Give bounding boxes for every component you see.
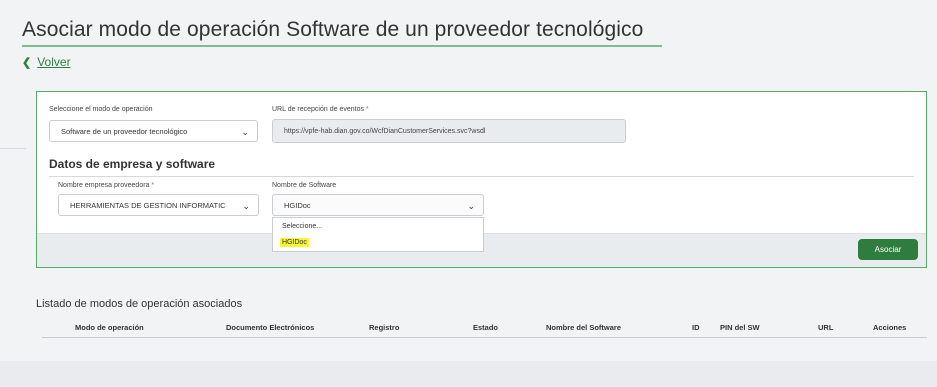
column-header: Acciones (873, 323, 907, 332)
mode-select-value: Software de un proveedor tecnológico (61, 126, 188, 136)
column-header: PIN del SW (720, 323, 760, 332)
provider-select-value: HERRAMIENTAS DE GESTION INFORMATIC (70, 200, 226, 210)
association-form-card: Seleccione el modo de operación Software… (36, 91, 927, 268)
dropdown-option[interactable]: Seleccione... (282, 223, 322, 230)
column-header: Modo de operación (75, 323, 144, 332)
page-title: Asociar modo de operación Software de un… (22, 18, 644, 41)
section-title: Datos de empresa y software (49, 157, 216, 171)
asociar-button[interactable]: Asociar (858, 239, 918, 260)
mode-label: Seleccione el modo de operación (49, 106, 153, 113)
provider-label: Nombre empresa proveedora * (58, 182, 154, 189)
chevron-left-icon: ❮ (22, 56, 32, 69)
required-mark: * (365, 106, 369, 113)
dropdown-option-selected[interactable]: HGIDoc (280, 238, 309, 247)
chevron-down-icon: ⌄ (467, 201, 475, 211)
back-link[interactable]: ❮ Volver (22, 55, 71, 69)
title-underline (22, 45, 662, 47)
column-header: Nombre del Software (546, 323, 622, 332)
column-header: Documento Electrónicos (226, 323, 315, 332)
software-label: Nombre de Software (272, 182, 337, 189)
software-dropdown: Seleccione... HGIDoc (272, 217, 484, 252)
chevron-down-icon: ⌄ (242, 201, 250, 211)
software-select-value: HGIDoc (284, 200, 311, 210)
table-header: Modo de operación Documento Electrónicos… (42, 318, 927, 338)
table-footer-strip (0, 361, 937, 387)
divider (0, 148, 26, 149)
column-header: Registro (369, 323, 400, 332)
url-field: https://vpfe-hab.dian.gov.co/WcfDianCust… (272, 119, 626, 143)
software-select[interactable]: HGIDoc ⌄ (272, 194, 484, 216)
list-title: Listado de modos de operación asociados (36, 298, 243, 310)
url-label-text: URL de recepción de eventos (272, 106, 364, 113)
required-mark: * (151, 182, 155, 189)
url-label: URL de recepción de eventos * (272, 106, 369, 113)
column-header: URL (818, 323, 834, 332)
column-header: ID (692, 323, 700, 332)
chevron-down-icon: ⌄ (241, 127, 249, 137)
section-divider (49, 176, 914, 177)
mode-select[interactable]: Software de un proveedor tecnológico ⌄ (49, 120, 258, 142)
back-link-label: Volver (37, 55, 71, 69)
provider-label-text: Nombre empresa proveedora (58, 182, 150, 189)
provider-select[interactable]: HERRAMIENTAS DE GESTION INFORMATIC ⌄ (58, 194, 259, 216)
column-header: Estado (473, 323, 499, 332)
